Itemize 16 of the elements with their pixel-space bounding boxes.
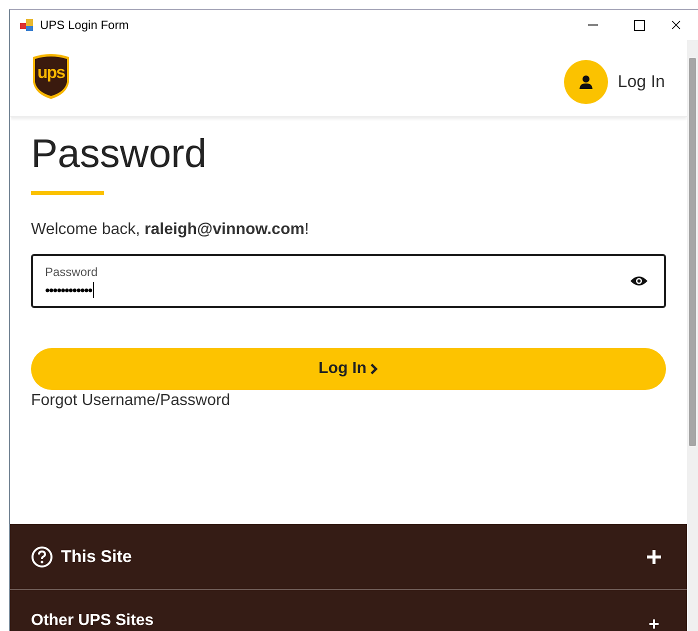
forgot-password-link[interactable]: Forgot Username/Password [31,392,230,410]
eye-icon[interactable] [630,275,648,287]
footer-section-header[interactable]: This Site [10,524,687,590]
plus-icon[interactable] [645,548,663,566]
chevron-icon [370,362,378,375]
login-button[interactable]: Log In [31,348,666,390]
help-icon [31,546,53,568]
welcome-message: Welcome back, raleigh@vinnow.com! [31,221,309,239]
ups-logo[interactable]: ups [31,52,71,100]
user-avatar-icon[interactable] [564,60,608,104]
password-field[interactable]: Password •••••••••••• [31,254,666,308]
page-heading: Password [31,131,208,178]
login-link[interactable]: Log In [564,60,665,104]
scrollbar[interactable] [687,40,698,631]
app-icon [20,18,34,32]
window-title: UPS Login Form [40,18,129,32]
